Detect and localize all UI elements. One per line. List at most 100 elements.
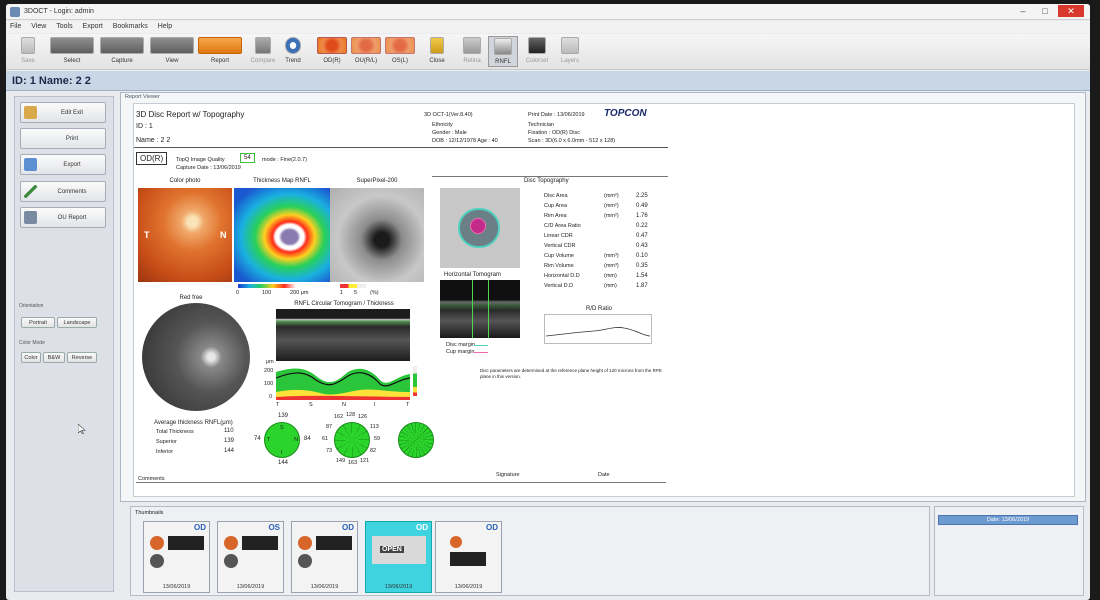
edit-exit-button[interactable]: Edit Exit: [20, 102, 106, 123]
thumbnail-4-selected[interactable]: OD OPEN 13/06/2019: [365, 521, 432, 593]
eye-badge: OD(R): [136, 152, 168, 165]
technician: Technician: [528, 122, 554, 128]
retina-button[interactable]: Retina: [458, 36, 486, 67]
thumbnail-date: 13/06/2019: [236, 584, 265, 590]
rnfl-button[interactable]: RNFL: [488, 36, 518, 67]
exit-door-icon: [430, 37, 444, 54]
quad-left: 74: [254, 436, 261, 442]
avg-thickness-title: Average thickness RNFL(μm): [154, 420, 233, 426]
clock-j: 149: [336, 458, 346, 464]
thumbnail-date: 13/06/2019: [310, 584, 339, 590]
print-date: Print Date : 13/06/2019: [528, 112, 585, 118]
os-button[interactable]: OS(L): [384, 36, 416, 67]
quad-t-label: T: [267, 437, 271, 443]
topo-label-2: Rim Area: [544, 213, 567, 219]
ou-report-button[interactable]: OU Report: [20, 207, 106, 228]
topo-value-3: 0.22: [636, 223, 648, 229]
quad-right: 84: [304, 436, 311, 442]
colorset-button[interactable]: Colorset: [522, 36, 552, 67]
thumbnail-scan: [168, 536, 204, 550]
close-button[interactable]: Close: [424, 36, 450, 67]
trend-button[interactable]: Trend: [280, 36, 306, 67]
sector-chart: [398, 422, 434, 458]
temporal-marker: T: [144, 230, 150, 240]
portrait-button[interactable]: Portrait: [21, 317, 55, 328]
topo-value-9: 1.87: [636, 283, 648, 289]
superpixel-label: SuperPixel-200: [356, 178, 398, 184]
save-button[interactable]: Save: [10, 36, 46, 67]
clock-g: 59: [374, 436, 381, 442]
thumbnail-eye-tag: OD: [416, 523, 428, 532]
menu-tools[interactable]: Tools: [52, 21, 76, 33]
bw-button[interactable]: B&W: [43, 352, 65, 363]
menu-help[interactable]: Help: [154, 21, 176, 33]
avg-superior-value: 139: [224, 438, 235, 444]
reverse-button[interactable]: Reverse: [67, 352, 97, 363]
comments-button[interactable]: Comments: [20, 181, 106, 202]
date-selector[interactable]: Date: 13/06/2019: [938, 515, 1078, 525]
thumbnail-3[interactable]: OD 13/06/2019: [291, 521, 358, 593]
nasal-marker: N: [220, 230, 227, 240]
topcon-logo: TOPCON: [604, 108, 647, 119]
compare-button[interactable]: Compare: [248, 36, 278, 67]
od-button[interactable]: OD(R): [316, 36, 348, 67]
capture-date: Capture Date : 13/06/2019: [176, 165, 241, 171]
thumbnail-5[interactable]: OD 13/06/2019: [435, 521, 502, 593]
scale-sp-5: 5: [354, 290, 358, 296]
color-button[interactable]: Color: [21, 352, 41, 363]
topo-label-6: Cup Volume: [544, 253, 574, 259]
topo-label-7: Rim Volume: [544, 263, 574, 269]
color-photo-label: Color photo: [169, 178, 201, 184]
rd-ratio-title: R/D Ratio: [586, 306, 613, 312]
retina-icon: [463, 37, 481, 54]
report-id: ID : 1: [136, 123, 153, 130]
menu-export[interactable]: Export: [79, 21, 107, 33]
fixation: Fixation : OD(R) Disc: [528, 130, 580, 136]
topo-value-8: 1.54: [636, 273, 648, 279]
color-mode-label: Color Mode: [19, 340, 45, 346]
menu-bookmarks[interactable]: Bookmarks: [109, 21, 152, 33]
avg-total-value: 110: [224, 428, 234, 434]
scale-thick-200: 200 μm: [290, 290, 309, 296]
app-window: 3DOCT - Login: admin – □ ✕ File View Too…: [6, 4, 1090, 600]
clock-h: 73: [326, 448, 333, 454]
report-button[interactable]: Report: [196, 36, 244, 67]
layers-button[interactable]: Layers: [556, 36, 584, 67]
menu-view[interactable]: View: [27, 21, 50, 33]
minimize-button[interactable]: –: [1014, 5, 1032, 17]
thumbnail-scan: [450, 552, 486, 566]
thumbnail-2[interactable]: OS 13/06/2019: [217, 521, 284, 593]
topo-unit-1: (mm²): [604, 203, 619, 209]
window-title: 3DOCT - Login: admin: [24, 8, 94, 15]
topo-value-4: 0.47: [636, 233, 648, 239]
thickness-color-scale: [238, 284, 296, 288]
ou-button[interactable]: OU(R/L): [350, 36, 382, 67]
close-window-button[interactable]: ✕: [1058, 5, 1084, 17]
thumbnail-fundus: [150, 536, 164, 550]
clock-hour-chart: [334, 422, 370, 458]
tsnit-t1: T: [276, 402, 280, 408]
menu-file[interactable]: File: [6, 21, 25, 33]
disc-topography-title: Disc Topography: [522, 178, 571, 184]
scale-sp-1: 1: [340, 290, 344, 296]
clock-i: 82: [370, 448, 377, 454]
select-button[interactable]: Select: [48, 36, 96, 67]
quality-label: TopQ Image Quality: [176, 157, 225, 163]
view-button[interactable]: View: [148, 36, 196, 67]
thumbnail-1[interactable]: OD 13/06/2019: [143, 521, 210, 593]
thumbnail-eye-tag: OD: [342, 523, 354, 532]
scale-sp-unit: (%): [370, 290, 379, 296]
ou-report-icon: [24, 211, 37, 224]
landscape-button[interactable]: Landscape: [57, 317, 97, 328]
cup-margin-legend: Cup margin: [446, 349, 475, 355]
circular-tomogram-label: RNFL Circular Tomogram / Thickness: [294, 301, 394, 307]
topo-label-1: Cup Area: [544, 203, 567, 209]
maximize-button[interactable]: □: [1036, 5, 1054, 17]
export-button[interactable]: Export: [20, 154, 106, 175]
thumbnail-eye-tag: OD: [486, 523, 498, 532]
print-button[interactable]: Print: [20, 128, 106, 149]
capture-button[interactable]: Capture: [98, 36, 146, 67]
clock-k: 163: [348, 460, 358, 466]
topo-value-0: 2.25: [636, 193, 648, 199]
report-icon: [198, 37, 242, 54]
